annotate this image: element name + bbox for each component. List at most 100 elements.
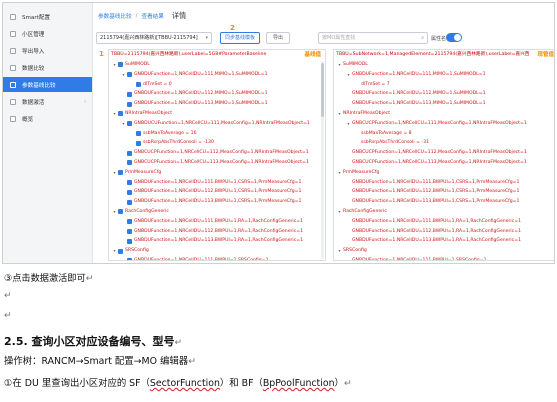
expand-icon[interactable]: ▾	[337, 168, 342, 178]
sidebar-item[interactable]: 参数基线比较	[3, 77, 92, 92]
checkbox-checked[interactable]	[127, 189, 132, 195]
expand-icon[interactable]: ▾	[337, 109, 342, 119]
expand-icon[interactable]: ▾	[346, 119, 351, 129]
sidebar-item[interactable]: Smart配置	[3, 9, 92, 24]
checkbox-checked[interactable]	[136, 140, 141, 146]
tree-node[interactable]: GNBDUFunction=1,NRCellDU=111,BWPUl=1,SRS…	[109, 256, 325, 260]
network-element-select[interactable]: 2115794(嘉兴西林路新)[TBBU-2115794] ▾	[96, 32, 212, 44]
checkbox-checked[interactable]	[127, 228, 132, 234]
tree-node[interactable]: ssbRsrpAbsThrdConsoli = -130	[109, 138, 325, 148]
tree-node[interactable]: ▾ GNBDUFunction=1,NRCellDU=111,MIMO=1,SuM…	[334, 70, 554, 80]
checkbox-checked[interactable]	[127, 160, 132, 166]
tree-node[interactable]: ▾ RachConfigGeneric	[109, 207, 325, 217]
tree-node[interactable]: GNBCUCPFunction=1,NRCellCU=113,MeasConfi…	[109, 158, 325, 168]
expand-icon[interactable]: ▾	[112, 246, 117, 256]
checkbox-checked[interactable]	[118, 209, 123, 215]
breadcrumb-link-results[interactable]: 查看结果	[141, 12, 163, 20]
expand-icon[interactable]: ▾	[337, 207, 342, 217]
tree-node[interactable]: ssbRsrpAbsThrdConsoli = -31	[334, 138, 554, 148]
expand-icon[interactable]: ▾	[346, 70, 351, 80]
tree-node[interactable]: ▾ SuMIMODL	[109, 60, 325, 70]
tree-node[interactable]: GNBDUFunction=1,NRCellDU=111,BWPUl=1,SRS…	[334, 256, 554, 260]
tree-node[interactable]: ▾ NRIntraFMeasObject	[109, 109, 325, 119]
sidebar-item[interactable]: 导出导入	[3, 43, 92, 58]
tree-node[interactable]: ▾ SRSConfig	[334, 246, 554, 256]
tree-node[interactable]: ▾ GNBDUFunction=1,NRCellDU=111,MIMO=1,SuM…	[109, 70, 325, 80]
checkbox-checked[interactable]	[127, 150, 132, 156]
tree-node[interactable]: GNBDUFunction=1,NRCellDU=113,BWPUl=1,CSR…	[334, 197, 554, 207]
expand-icon[interactable]: ▾	[337, 60, 342, 70]
checkbox-checked[interactable]	[127, 101, 132, 107]
attribute-name-toggle[interactable]	[446, 33, 462, 42]
checkbox-checked[interactable]	[118, 111, 123, 117]
tree-node[interactable]: GNBCUCPFunction=1,NRCellCU=112,MeasConfi…	[334, 148, 554, 158]
tree-node[interactable]: GNBDUFunction=1,NRCellDU=112,BWPUl=1,RA=…	[109, 227, 325, 237]
expand-icon[interactable]: ▾	[112, 60, 117, 70]
expand-icon[interactable]: ▾	[112, 207, 117, 217]
tree-node[interactable]: GNBCUCPFunction=1,NRCellCU=112,MeasConfi…	[109, 148, 325, 158]
checkbox-checked[interactable]	[127, 72, 132, 78]
tree-node-label: RachConfigGeneric	[343, 208, 387, 214]
sidebar-item[interactable]: 数据比较	[3, 60, 92, 75]
tree-node[interactable]: GNBDUFunction=1,NRCellDU=112,BWPUl=1,RA=…	[334, 227, 554, 237]
checkbox-checked[interactable]	[118, 62, 123, 68]
checkbox-checked[interactable]	[118, 248, 123, 254]
baseline-pane-scrollbar[interactable]	[321, 61, 324, 259]
tree-node[interactable]: GNBDUFunction=1,NRCellDU=111,BWPUl=1,RA=…	[109, 217, 325, 227]
tree-node[interactable]: GNBDUFunction=1,NRCellDU=113,BWPUl=1,RA=…	[334, 236, 554, 246]
tree-node[interactable]: GNBDUFunction=1,NRCellDU=112,MIMO=1,SuMI…	[109, 89, 325, 99]
export-button[interactable]: 导出	[266, 32, 290, 44]
tree-node[interactable]: ▾ GNBDUCUFunction=1,NRCellCU=111,MeasConf…	[109, 119, 325, 129]
expand-icon[interactable]: ▾	[112, 168, 117, 178]
expand-icon[interactable]: ▾	[337, 246, 342, 256]
tree-node[interactable]: GNBDUFunction=1,NRCellDU=111,BWPUl=1,CSR…	[334, 178, 554, 188]
tree-node[interactable]: dlTmSet = 7	[334, 80, 554, 90]
tree-node[interactable]: GNBCUCPFunction=1,NRCellCU=113,MeasConfi…	[334, 158, 554, 168]
tree-node[interactable]: ▾ RachConfigGeneric	[334, 207, 554, 217]
tree-node[interactable]: GNBDUFunction=1,NRCellDU=111,BWPUl=1,CSR…	[109, 178, 325, 188]
sidebar-item[interactable]: 小区管理	[3, 26, 92, 41]
checkbox-checked[interactable]	[127, 91, 132, 97]
checkbox-checked[interactable]	[127, 179, 132, 185]
sidebar-item[interactable]: 数据激活 ‹	[3, 94, 92, 109]
checkbox-checked[interactable]	[127, 121, 132, 127]
checkbox-checked[interactable]	[136, 81, 141, 87]
tree-node[interactable]: ▾ SRSConfig	[109, 246, 325, 256]
breadcrumb-link-baseline[interactable]: 参数基线比较	[98, 12, 132, 20]
tree-node[interactable]: ▾ PrmMeasureCfg	[334, 168, 554, 178]
tree-node[interactable]: GNBDUFunction=1,NRCellDU=113,MIMO=1,SuMI…	[109, 99, 325, 109]
chevron-left-icon[interactable]: ‹	[84, 99, 86, 105]
sync-baseline-template-button[interactable]: 同步基线模板	[220, 32, 260, 44]
breadcrumb: 参数基线比较 / 查看结果 详情	[98, 11, 186, 21]
expand-icon[interactable]: ▾	[121, 119, 126, 129]
tree-node[interactable]: GNBDUFunction=1,NRCellDU=112,MIMO=1,SuMI…	[334, 89, 554, 99]
current-pane-title: TBBU=SubNetwork=1,ManagedElement=2115794…	[336, 52, 530, 57]
tree-node[interactable]: ssbMaxToAverage = 16	[109, 129, 325, 139]
checkbox-checked[interactable]	[127, 199, 132, 205]
tree-node[interactable]: ▾ PrmMeasureCfg	[109, 168, 325, 178]
tree-node[interactable]: GNBDUFunction=1,NRCellDU=113,MIMO=1,SuMI…	[334, 99, 554, 109]
doc-bppoolfunction: BpPoolFunction	[262, 378, 335, 389]
search-input[interactable]: 按MO属性查找 ⌕	[318, 32, 428, 44]
expand-icon[interactable]: ▾	[112, 109, 117, 119]
tree-node[interactable]: ▾ NRIntraFMeasObject	[334, 109, 554, 119]
tree-node-label: GNBDUFunction=1,NRCellDU=111,BWPUl=1,RA=…	[134, 218, 303, 224]
expand-icon[interactable]: ▾	[121, 70, 126, 80]
tree-node[interactable]: GNBDUFunction=1,NRCellDU=112,BWPUl=1,CSR…	[109, 187, 325, 197]
current-pane-scrollbar[interactable]	[554, 61, 555, 259]
tree-node[interactable]: GNBDUFunction=1,NRCellDU=112,BWPUl=1,CSR…	[334, 187, 554, 197]
checkbox-checked[interactable]	[127, 219, 132, 225]
sidebar-item[interactable]: 概览	[3, 111, 92, 126]
tree-node[interactable]: GNBDUFunction=1,NRCellDU=113,BWPUl=1,CSR…	[109, 197, 325, 207]
tree-node[interactable]: dlTmSet = 0	[109, 80, 325, 90]
paragraph-mark: ↵	[174, 338, 183, 348]
checkbox-checked[interactable]	[127, 258, 132, 260]
checkbox-checked[interactable]	[118, 170, 123, 176]
checkbox-checked[interactable]	[127, 238, 132, 244]
tree-node[interactable]: GNBDUFunction=1,NRCellDU=113,BWPUl=1,RA=…	[109, 236, 325, 246]
checkbox-checked[interactable]	[136, 130, 141, 136]
tree-node[interactable]: ssbMaxToAverage = 8	[334, 129, 554, 139]
tree-node[interactable]: ▾ GNBCUCPFunction=1,NRCellCU=111,MeasConf…	[334, 119, 554, 129]
tree-node[interactable]: GNBDUFunction=1,NRCellDU=111,BWPUl=1,RA=…	[334, 217, 554, 227]
tree-node[interactable]: ▾ SuMIMODL	[334, 60, 554, 70]
